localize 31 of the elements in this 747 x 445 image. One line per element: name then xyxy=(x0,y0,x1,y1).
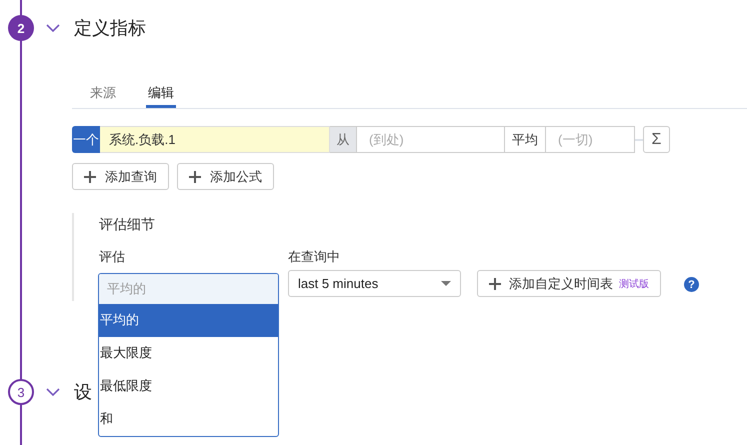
step-number: 3 xyxy=(8,379,34,405)
add-schedule-button[interactable]: 添加自定义时间表 测试版 xyxy=(477,270,661,297)
section-title: 评估细节 xyxy=(99,215,156,234)
from-field[interactable]: (到处) xyxy=(357,126,505,153)
query-tag: 一个 xyxy=(72,126,100,153)
dropdown-option[interactable]: 最低限度 xyxy=(99,370,278,403)
step-number: 2 xyxy=(8,15,34,41)
chevron-down-icon[interactable] xyxy=(46,388,60,396)
time-window-select[interactable]: last 5 minutes xyxy=(288,270,461,297)
dropdown-option[interactable]: 和 xyxy=(99,402,278,436)
metric-field[interactable]: 系统.负载.1 xyxy=(100,126,330,153)
function-button[interactable]: Σ xyxy=(643,126,670,153)
step-title: 定义指标 xyxy=(74,17,146,40)
group-by-field[interactable]: (一切) xyxy=(546,126,635,153)
add-button[interactable]: 添加公式 xyxy=(177,163,274,190)
plus-icon xyxy=(189,170,201,182)
dropdown-option[interactable]: 平均的 xyxy=(99,304,278,337)
plus-icon xyxy=(84,170,96,182)
plus-icon xyxy=(489,278,501,290)
aggregation-search-field[interactable]: 平均的 xyxy=(99,274,278,304)
field-label: 评估 xyxy=(99,248,126,266)
field-label: 在查询中 xyxy=(288,248,341,266)
add-button[interactable]: 添加查询 xyxy=(72,163,169,190)
step-title: 设 xyxy=(74,381,92,404)
dropdown-option[interactable]: 最大限度 xyxy=(99,336,278,370)
tab[interactable]: 编辑 xyxy=(146,80,176,108)
chevron-down-icon[interactable] xyxy=(46,24,60,32)
from-label: 从 xyxy=(330,126,357,153)
beta-label: 测试版 xyxy=(619,278,649,290)
help-icon[interactable]: ? xyxy=(684,277,699,292)
tab[interactable]: 来源 xyxy=(88,80,118,108)
